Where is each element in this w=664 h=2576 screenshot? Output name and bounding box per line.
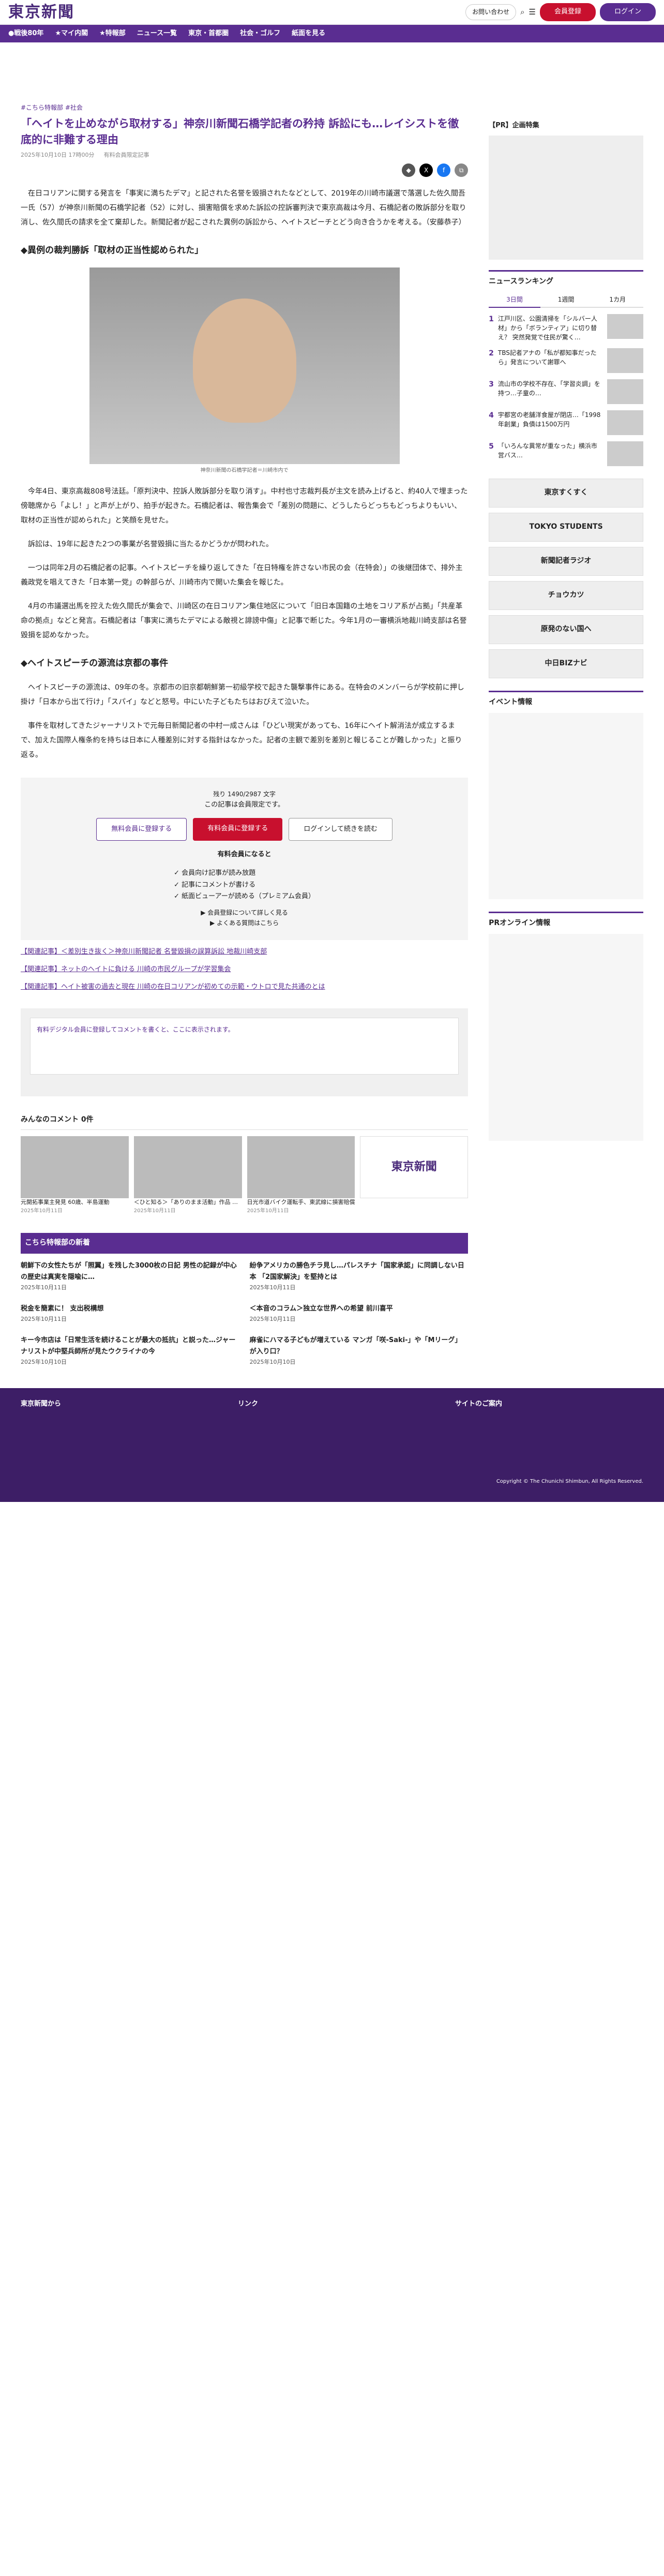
site-logo[interactable]: 東京新聞 [8, 0, 74, 25]
paragraph: 4月の市議選出馬を控えた佐久間氏が集会で、川崎区の在日コリアン集住地区について「… [21, 602, 467, 639]
nav-item[interactable]: ★特報部 [99, 28, 126, 39]
perk-item: ✓ 会員向け記事が読み放題 [174, 869, 256, 877]
related-link[interactable]: 【関連記事】ネットのヘイトに負ける 川崎の市民グループが学習集会 [21, 964, 468, 975]
nav-item[interactable]: 紙面を見る [292, 28, 325, 39]
paragraph: 一つは同年2月の石橋記者の記事。ヘイトスピーチを繰り返してきた「在日特権を許さな… [21, 563, 463, 587]
faq-link[interactable]: ▶ よくある質問はこちら [32, 918, 457, 928]
paywall-message: この記事は会員限定です。 [204, 801, 284, 809]
contact-link[interactable]: お問い合わせ [465, 4, 517, 20]
bookmark-icon[interactable]: ◆ [402, 163, 416, 177]
related-card[interactable]: 日光市道バイク運転手、東武線に損害賠償 2025年10月11日 [247, 1136, 355, 1216]
news-item[interactable]: 麻雀にハマる子どもが増えている マンガ「咲-Saki-」や「Mリーグ」が入り口？… [250, 1335, 469, 1367]
paragraph: ヘイトスピーチの源流は、09年の冬。京都市の旧京都朝鮮第一初級学校で起きた襲撃事… [21, 683, 464, 706]
membership-details-link[interactable]: ▶ 会員登録について詳しく見る [32, 907, 457, 918]
rank-item[interactable]: 5 「いろんな異常が重なった」横浜市営バス… [489, 441, 643, 467]
tab-3days[interactable]: 3日間 [489, 292, 540, 308]
nav-item[interactable]: 東京・首都圏 [188, 28, 229, 39]
event-list [489, 713, 643, 900]
paragraph: 今年4日、東京高裁808号法廷。「原判決中、控訴人敗訴部分を取り消す」。中村也寸… [21, 487, 468, 525]
news-item[interactable]: 朝鮮下の女性たちが「照翼」を残した3000枚の日記 男性の記録が中心の歴史は真実… [21, 1260, 239, 1293]
ranking-heading: ニュースランキング [489, 270, 643, 288]
nav-item[interactable]: ●戦後80年 [8, 28, 43, 39]
related-card[interactable]: 東京新聞 [360, 1136, 469, 1216]
banner[interactable]: 中日BIZナビ [489, 649, 643, 679]
pr-placeholder [489, 136, 643, 260]
footer-heading: リンク [238, 1399, 259, 1408]
news-item[interactable]: ＜本音のコラム＞独立な世界への希望 前川喜平 2025年10月11日 [250, 1303, 469, 1324]
rank-item[interactable]: 4 宇都宮の老舗洋食屋が閉店…「1998年創業」負債は1500万円 [489, 410, 643, 436]
paragraph: 事件を取材してきたジャーナリストで元毎日新聞記者の中村一成さんは「ひどい現実があ… [21, 721, 462, 759]
login-button[interactable]: ログイン [599, 3, 656, 21]
article: #こちら特報部 #社会 「ヘイトを止めながら取材する」神奈川新聞石橋学記者の矜持… [21, 42, 469, 1367]
menu-icon[interactable]: ☰ [529, 6, 536, 19]
member-badge: 有料会員限定記事 [103, 152, 149, 159]
related-grid: 元開拓事業主発見 60歳、半島運動 2025年10月11日 ＜ひと知る＞「ありのま… [21, 1136, 469, 1216]
article-title: 「ヘイトを止めながら取材する」神奈川新聞石橋学記者の矜持 訴訟にも…レイシストを… [21, 117, 459, 146]
banner[interactable]: 原発のない国へ [489, 615, 643, 645]
related-link[interactable]: 【関連記事】ヘイト被害の過去と現在 川崎の在日コリアンが初めての示範・ウトロで見… [21, 981, 468, 993]
event-heading: イベント情報 [489, 691, 643, 709]
perk-list: ✓ 会員向け記事が読み放題 ✓ 記事にコメントが書ける ✓ 紙面ビューアーが読め… [174, 868, 315, 902]
free-register-button[interactable]: 無料会員に登録する [96, 818, 187, 841]
rank-item[interactable]: 2 TBS記者アナの「私が都知事だったら」発言について謝罪へ [489, 348, 643, 374]
banner[interactable]: TOKYO STUDENTS [489, 513, 643, 542]
paid-register-button[interactable]: 有料会員に登録する [193, 818, 283, 841]
related-link[interactable]: 【関連記事】＜差別生き抜く＞神奈川新聞記者 名誉毀損の誤算訴訟 地裁川崎支部 [21, 946, 468, 958]
comment-input[interactable]: 有料デジタル会員に登録してコメントを書くと、ここに表示されます。 [30, 1018, 459, 1075]
top-bar: 東京新聞 お問い合わせ ⌕ ☰ 会員登録 ログイン [0, 0, 664, 25]
banner[interactable]: チョウカツ [489, 581, 643, 611]
news-item[interactable]: 税金を簡素に！ 支出税構想 2025年10月11日 [21, 1303, 239, 1324]
nav-item[interactable]: ニュース一覧 [137, 28, 177, 39]
banner[interactable]: 新聞記者ラジオ [489, 547, 643, 576]
search-icon[interactable]: ⌕ [520, 6, 524, 19]
login-to-read-button[interactable]: ログインして続きを読む [289, 818, 393, 841]
footer-heading: 東京新聞から [21, 1399, 62, 1408]
news-item[interactable]: キー今市店は「日常生活を続けることが最大の抵抗」と説った…ジャーナリストが中堅兵… [21, 1335, 239, 1367]
main-nav: ●戦後80年 ★マイ内閣 ★特報部 ニュース一覧 東京・首都圏 社会・ゴルフ 紙… [0, 25, 664, 42]
paywall-box: 残り 1490/2987 文字 この記事は会員限定です。 無料会員に登録する 有… [21, 777, 469, 940]
rank-item[interactable]: 3 流山市の学校不存在、「学習炎調」を持つ…子童の… [489, 379, 643, 405]
pr-online-list [489, 933, 643, 1141]
perk-item: ✓ 記事にコメントが書ける [174, 881, 256, 889]
special-news-grid: 朝鮮下の女性たちが「照翼」を残した3000枚の日記 男性の記録が中心の歴史は真実… [21, 1260, 468, 1367]
remaining-chars: 残り 1490/2987 文字 [213, 790, 276, 798]
banner[interactable]: 東京すくすく [489, 479, 643, 508]
nav-item[interactable]: 社会・ゴルフ [240, 28, 280, 39]
facebook-share-icon[interactable]: f [437, 163, 451, 177]
tab-1week[interactable]: 1週間 [540, 292, 592, 308]
article-date: 2025年10月10日 17時00分 [21, 152, 95, 159]
perk-item: ✓ 紙面ビューアーが読める（プレミアム会員） [174, 892, 315, 900]
footer: 東京新聞から リンク サイトのご案内 Copyright © The Chuni… [0, 1388, 664, 1502]
copyright: Copyright © The Chunichi Shimbun, All Ri… [496, 1478, 643, 1484]
perk-title: 有料会員になると [217, 851, 271, 859]
comment-box: 有料デジタル会員に登録してコメントを書くと、ここに表示されます。 [21, 1008, 469, 1097]
footer-heading: サイトのご案内 [455, 1399, 503, 1408]
related-card[interactable]: ＜ひと知る＞「ありのまま活動」作品 … 2025年10月11日 [133, 1136, 242, 1216]
sidebar: 【PR】企画特集 ニュースランキング 3日間 1週間 1カ月 1 江戸川区、公園清… [489, 42, 644, 1367]
nav-item[interactable]: ★マイ内閣 [55, 28, 88, 39]
comments-heading: みんなのコメント 0件 [21, 1114, 469, 1130]
section-heading: ◆ヘイトスピーチの源流は京都の事件 [21, 658, 169, 668]
x-share-icon[interactable]: X [419, 163, 433, 177]
news-item[interactable]: 紛争アメリカの勝色チラ見し…パレスチナ「国家承認」に同調しない日本 「2国家解決… [250, 1260, 469, 1293]
photo-caption: 神奈川新聞の石橋学記者＝川崎市内で [200, 467, 289, 473]
ranking-tabs: 3日間 1週間 1カ月 [489, 292, 644, 308]
copy-link-icon[interactable]: ⧉ [455, 163, 469, 177]
pr-heading: 【PR】企画特集 [489, 122, 539, 129]
special-section-heading: こちら特報部の新着 [21, 1233, 469, 1255]
register-button[interactable]: 会員登録 [539, 3, 596, 21]
tab-1month[interactable]: 1カ月 [592, 292, 644, 308]
share-bar: ◆ X f ⧉ [21, 163, 469, 177]
section-heading: ◆異例の裁判勝訴「取材の正当性認められた」 [21, 245, 204, 256]
article-photo [89, 267, 400, 464]
lead-paragraph: 在日コリアンに関する発言を「事実に満ちたデマ」と記された名誉を毀損されたなどとし… [21, 189, 466, 227]
pr-online-heading: PRオンライン情報 [489, 912, 643, 930]
paragraph: 訴訟は、19年に起きた2つの事業が名誉毀損に当たるかどうかが問われた。 [28, 540, 274, 548]
rank-item[interactable]: 1 江戸川区、公園清掃を「シルバー人材」から「ボランティア」に切り替え？ 突然発覚… [489, 314, 643, 342]
related-card[interactable]: 元開拓事業主発見 60歳、半島運動 2025年10月11日 [21, 1136, 129, 1216]
breadcrumb[interactable]: #こちら特報部 #社会 [21, 102, 468, 113]
